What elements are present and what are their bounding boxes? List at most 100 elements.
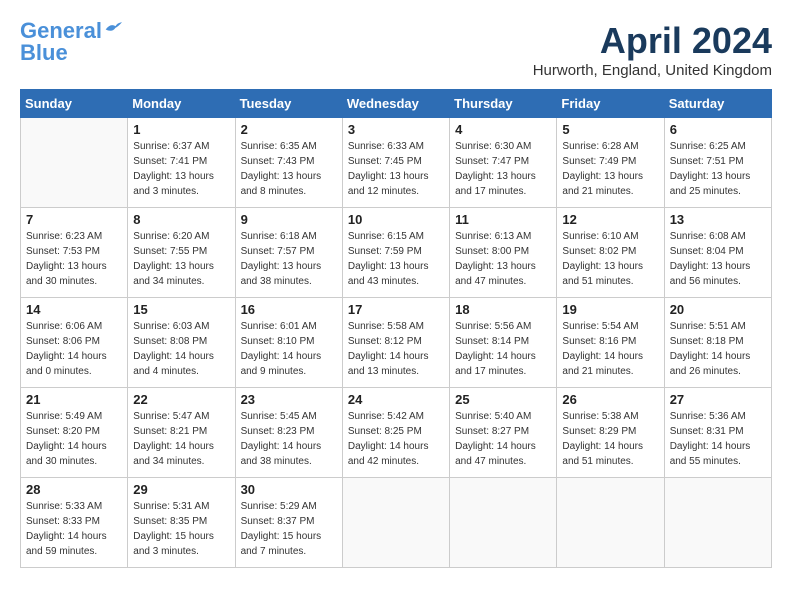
day-cell: 15 Sunrise: 6:03 AM Sunset: 8:08 PM Dayli…: [128, 298, 235, 388]
day-info: Sunrise: 5:56 AM Sunset: 8:14 PM Dayligh…: [455, 319, 551, 379]
day-number: 3: [348, 122, 444, 137]
day-info: Sunrise: 6:33 AM Sunset: 7:45 PM Dayligh…: [348, 139, 444, 199]
day-cell: [450, 478, 557, 568]
day-number: 2: [241, 122, 337, 137]
day-number: 12: [562, 212, 658, 227]
day-info: Sunrise: 6:35 AM Sunset: 7:43 PM Dayligh…: [241, 139, 337, 199]
day-cell: 4 Sunrise: 6:30 AM Sunset: 7:47 PM Daylig…: [450, 118, 557, 208]
day-info: Sunrise: 6:08 AM Sunset: 8:04 PM Dayligh…: [670, 229, 766, 289]
day-number: 14: [26, 302, 122, 317]
day-number: 21: [26, 392, 122, 407]
day-number: 8: [133, 212, 229, 227]
day-cell: 5 Sunrise: 6:28 AM Sunset: 7:49 PM Daylig…: [557, 118, 664, 208]
day-info: Sunrise: 5:51 AM Sunset: 8:18 PM Dayligh…: [670, 319, 766, 379]
day-cell: 26 Sunrise: 5:38 AM Sunset: 8:29 PM Dayli…: [557, 388, 664, 478]
header-sunday: Sunday: [21, 90, 128, 118]
day-info: Sunrise: 6:10 AM Sunset: 8:02 PM Dayligh…: [562, 229, 658, 289]
day-cell: 28 Sunrise: 5:33 AM Sunset: 8:33 PM Dayli…: [21, 478, 128, 568]
day-cell: 22Sunrise: 5:47 AM Sunset: 8:21 PM Dayli…: [128, 388, 235, 478]
header-saturday: Saturday: [664, 90, 771, 118]
day-number: 15: [133, 302, 229, 317]
day-number: 5: [562, 122, 658, 137]
day-cell: 10Sunrise: 6:15 AM Sunset: 7:59 PM Dayli…: [342, 208, 449, 298]
day-info: Sunrise: 6:03 AM Sunset: 8:08 PM Dayligh…: [133, 319, 229, 379]
day-cell: 24 Sunrise: 5:42 AM Sunset: 8:25 PM Dayli…: [342, 388, 449, 478]
logo-bird-icon: [104, 20, 122, 34]
day-number: 9: [241, 212, 337, 227]
day-cell: [21, 118, 128, 208]
day-cell: 8 Sunrise: 6:20 AM Sunset: 7:55 PM Daylig…: [128, 208, 235, 298]
day-info: Sunrise: 5:58 AM Sunset: 8:12 PM Dayligh…: [348, 319, 444, 379]
day-cell: 9 Sunrise: 6:18 AM Sunset: 7:57 PM Daylig…: [235, 208, 342, 298]
day-number: 18: [455, 302, 551, 317]
header-tuesday: Tuesday: [235, 90, 342, 118]
day-info: Sunrise: 6:13 AM Sunset: 8:00 PM Dayligh…: [455, 229, 551, 289]
day-info: Sunrise: 5:40 AM Sunset: 8:27 PM Dayligh…: [455, 409, 551, 469]
day-info: Sunrise: 5:33 AM Sunset: 8:33 PM Dayligh…: [26, 499, 122, 559]
day-cell: 27 Sunrise: 5:36 AM Sunset: 8:31 PM Dayli…: [664, 388, 771, 478]
day-info: Sunrise: 6:20 AM Sunset: 7:55 PM Dayligh…: [133, 229, 229, 289]
header-thursday: Thursday: [450, 90, 557, 118]
day-number: 4: [455, 122, 551, 137]
day-cell: 13 Sunrise: 6:08 AM Sunset: 8:04 PM Dayli…: [664, 208, 771, 298]
week-row-5: 28 Sunrise: 5:33 AM Sunset: 8:33 PM Dayli…: [21, 478, 772, 568]
day-number: 24: [348, 392, 444, 407]
day-cell: 6 Sunrise: 6:25 AM Sunset: 7:51 PM Daylig…: [664, 118, 771, 208]
day-info: Sunrise: 5:36 AM Sunset: 8:31 PM Dayligh…: [670, 409, 766, 469]
logo: General Blue: [20, 20, 122, 64]
day-cell: 1 Sunrise: 6:37 AM Sunset: 7:41 PM Daylig…: [128, 118, 235, 208]
day-number: 17: [348, 302, 444, 317]
day-number: 19: [562, 302, 658, 317]
calendar-table: SundayMondayTuesdayWednesdayThursdayFrid…: [20, 89, 772, 568]
day-number: 13: [670, 212, 766, 227]
day-number: 22: [133, 392, 229, 407]
day-number: 27: [670, 392, 766, 407]
day-cell: 16Sunrise: 6:01 AM Sunset: 8:10 PM Dayli…: [235, 298, 342, 388]
day-cell: 18 Sunrise: 5:56 AM Sunset: 8:14 PM Dayli…: [450, 298, 557, 388]
logo-text-blue: Blue: [20, 42, 68, 64]
day-info: Sunrise: 5:54 AM Sunset: 8:16 PM Dayligh…: [562, 319, 658, 379]
day-number: 16: [241, 302, 337, 317]
day-info: Sunrise: 6:06 AM Sunset: 8:06 PM Dayligh…: [26, 319, 122, 379]
day-info: Sunrise: 6:18 AM Sunset: 7:57 PM Dayligh…: [241, 229, 337, 289]
header-friday: Friday: [557, 90, 664, 118]
day-cell: 21 Sunrise: 5:49 AM Sunset: 8:20 PM Dayli…: [21, 388, 128, 478]
day-info: Sunrise: 6:23 AM Sunset: 7:53 PM Dayligh…: [26, 229, 122, 289]
day-info: Sunrise: 6:37 AM Sunset: 7:41 PM Dayligh…: [133, 139, 229, 199]
day-info: Sunrise: 5:29 AM Sunset: 8:37 PM Dayligh…: [241, 499, 337, 559]
day-cell: 17 Sunrise: 5:58 AM Sunset: 8:12 PM Dayli…: [342, 298, 449, 388]
day-info: Sunrise: 6:30 AM Sunset: 7:47 PM Dayligh…: [455, 139, 551, 199]
day-info: Sunrise: 5:49 AM Sunset: 8:20 PM Dayligh…: [26, 409, 122, 469]
day-cell: 12 Sunrise: 6:10 AM Sunset: 8:02 PM Dayli…: [557, 208, 664, 298]
calendar-header-row: SundayMondayTuesdayWednesdayThursdayFrid…: [21, 90, 772, 118]
day-cell: 7 Sunrise: 6:23 AM Sunset: 7:53 PM Daylig…: [21, 208, 128, 298]
day-cell: 3 Sunrise: 6:33 AM Sunset: 7:45 PM Daylig…: [342, 118, 449, 208]
week-row-3: 14 Sunrise: 6:06 AM Sunset: 8:06 PM Dayli…: [21, 298, 772, 388]
day-info: Sunrise: 5:42 AM Sunset: 8:25 PM Dayligh…: [348, 409, 444, 469]
week-row-4: 21 Sunrise: 5:49 AM Sunset: 8:20 PM Dayli…: [21, 388, 772, 478]
day-cell: [664, 478, 771, 568]
day-number: 7: [26, 212, 122, 227]
day-number: 28: [26, 482, 122, 497]
day-cell: 14 Sunrise: 6:06 AM Sunset: 8:06 PM Dayli…: [21, 298, 128, 388]
day-number: 1: [133, 122, 229, 137]
day-info: Sunrise: 5:31 AM Sunset: 8:35 PM Dayligh…: [133, 499, 229, 559]
day-cell: 11Sunrise: 6:13 AM Sunset: 8:00 PM Dayli…: [450, 208, 557, 298]
week-row-2: 7 Sunrise: 6:23 AM Sunset: 7:53 PM Daylig…: [21, 208, 772, 298]
day-cell: 23Sunrise: 5:45 AM Sunset: 8:23 PM Dayli…: [235, 388, 342, 478]
day-cell: 2 Sunrise: 6:35 AM Sunset: 7:43 PM Daylig…: [235, 118, 342, 208]
day-cell: 19 Sunrise: 5:54 AM Sunset: 8:16 PM Dayli…: [557, 298, 664, 388]
day-info: Sunrise: 5:38 AM Sunset: 8:29 PM Dayligh…: [562, 409, 658, 469]
day-info: Sunrise: 6:28 AM Sunset: 7:49 PM Dayligh…: [562, 139, 658, 199]
day-number: 30: [241, 482, 337, 497]
day-info: Sunrise: 6:15 AM Sunset: 7:59 PM Dayligh…: [348, 229, 444, 289]
day-number: 6: [670, 122, 766, 137]
month-title: April 2024: [533, 20, 772, 62]
page-header: General Blue April 2024 Hurworth, Englan…: [20, 20, 772, 79]
day-cell: 30 Sunrise: 5:29 AM Sunset: 8:37 PM Dayli…: [235, 478, 342, 568]
location-text: Hurworth, England, United Kingdom: [533, 62, 772, 79]
day-number: 26: [562, 392, 658, 407]
day-cell: [557, 478, 664, 568]
day-info: Sunrise: 6:25 AM Sunset: 7:51 PM Dayligh…: [670, 139, 766, 199]
day-number: 29: [133, 482, 229, 497]
